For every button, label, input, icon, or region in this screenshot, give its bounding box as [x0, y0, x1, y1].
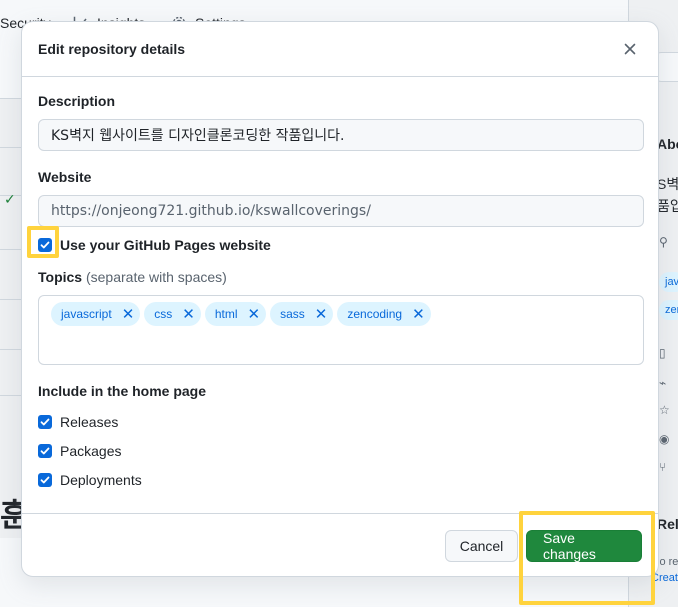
- checkmark-icon: [40, 241, 50, 249]
- remove-topic-icon[interactable]: ✕: [315, 307, 328, 322]
- about-desc-fragment-2: 품입: [657, 198, 678, 214]
- book-icon: ▯: [659, 346, 666, 360]
- pulse-icon: ⌁: [659, 376, 667, 390]
- topic-pill: css ✕: [144, 302, 201, 326]
- topic-pill: sass ✕: [270, 302, 334, 326]
- about-desc-fragment-1: S벽: [657, 176, 678, 192]
- remove-topic-icon[interactable]: ✕: [248, 307, 261, 322]
- topic-label: javascript: [61, 307, 112, 321]
- cancel-button[interactable]: Cancel: [445, 530, 518, 562]
- website-label: Website: [38, 169, 92, 185]
- use-pages-label: Use your GitHub Pages website: [60, 237, 271, 253]
- topic-label: zencoding: [347, 307, 403, 321]
- home-page-label: Include in the home page: [38, 383, 207, 399]
- link-icon: ⚲: [659, 235, 668, 249]
- topic-pill: html ✕: [204, 302, 267, 326]
- releases-row: Releases: [38, 407, 642, 436]
- description-label: Description: [38, 93, 116, 109]
- save-changes-button[interactable]: Save changes: [526, 530, 642, 562]
- deployments-label: Deployments: [60, 471, 142, 488]
- releases-label: Releases: [60, 413, 119, 430]
- packages-label: Packages: [60, 442, 122, 459]
- topic-label: css: [154, 307, 173, 321]
- topic-pill: javascript ✕: [51, 302, 141, 326]
- topics-input[interactable]: javascript ✕ css ✕ html ✕ sass ✕ zencodi…: [38, 295, 644, 365]
- description-input[interactable]: KS벽지 웹사이트를 디자인클론코딩한 작품입니다.: [38, 119, 644, 151]
- deployments-row: Deployments: [38, 465, 642, 494]
- dialog-footer: Cancel Save changes: [22, 513, 658, 576]
- use-pages-checkbox[interactable]: [38, 238, 52, 252]
- close-icon: [624, 43, 636, 55]
- commit-check-icon: ✓: [4, 191, 16, 207]
- about-heading-fragment: Abo: [657, 136, 678, 152]
- edit-repository-dialog: Edit repository details Description KS벽지…: [21, 21, 659, 577]
- deployments-checkbox[interactable]: [38, 472, 52, 487]
- checkmark-icon: [40, 476, 50, 483]
- remove-topic-icon[interactable]: ✕: [412, 307, 425, 322]
- releases-checkbox[interactable]: [38, 414, 52, 429]
- topics-hint: (separate with spaces): [85, 269, 227, 285]
- topic-pill-fragment-2: zen: [659, 300, 678, 320]
- checkmark-icon: [40, 418, 50, 425]
- releases-heading-fragment: Rele: [657, 516, 678, 532]
- eye-icon: ◉: [659, 432, 670, 446]
- website-value: https://onjeong721.github.io/kswallcover…: [51, 203, 371, 219]
- releases-sub-fragment: lo re: [657, 556, 678, 568]
- remove-topic-icon[interactable]: ✕: [182, 307, 195, 322]
- website-input[interactable]: https://onjeong721.github.io/kswallcover…: [38, 195, 644, 227]
- dialog-body: Description KS벽지 웹사이트를 디자인클론코딩한 작품입니다. W…: [22, 77, 658, 494]
- checkmark-icon: [40, 447, 50, 454]
- topic-label: sass: [280, 307, 305, 321]
- topics-label-text: Topics: [38, 269, 83, 285]
- remove-topic-icon[interactable]: ✕: [122, 307, 135, 322]
- packages-row: Packages: [38, 436, 642, 465]
- close-button[interactable]: [618, 37, 642, 61]
- topic-label: html: [214, 307, 238, 321]
- use-pages-row: Use your GitHub Pages website: [27, 226, 642, 258]
- topic-pill: zencoding ✕: [337, 302, 431, 326]
- dialog-header: Edit repository details: [22, 22, 658, 77]
- description-value: KS벽지 웹사이트를 디자인클론코딩한 작품입니다.: [51, 128, 345, 144]
- fork-icon: ⑂: [659, 460, 667, 474]
- background-file-list: [0, 98, 22, 538]
- topics-label: Topics (separate with spaces): [38, 269, 642, 285]
- topic-pill-fragment-1: jav: [659, 272, 678, 292]
- star-icon: ☆: [659, 403, 670, 417]
- dialog-title: Edit repository details: [38, 41, 186, 57]
- packages-checkbox[interactable]: [38, 443, 52, 458]
